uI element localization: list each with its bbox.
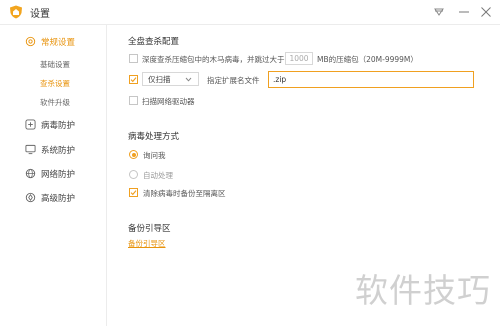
extension-label: 指定扩展名文件 bbox=[207, 76, 260, 85]
archive-size-unit-label: MB的压缩包（20M-9999M） bbox=[317, 55, 418, 64]
minimize-button[interactable] bbox=[456, 4, 472, 20]
ask-me-label: 询问我 bbox=[143, 151, 166, 160]
sidebar-item-label: 网络防护 bbox=[41, 170, 76, 180]
watermark-text: 软件技巧 bbox=[355, 271, 491, 310]
scan-mode-value: 仅扫描 bbox=[148, 75, 171, 84]
advanced-icon bbox=[25, 192, 36, 203]
chevron-down-icon bbox=[185, 77, 192, 82]
title-bar: 设置 bbox=[0, 0, 500, 25]
sidebar-item-label: 系统防护 bbox=[41, 146, 76, 156]
sidebar-subitem-basic[interactable]: 基础设置 bbox=[40, 59, 70, 70]
network-drive-label: 扫描网络驱动器 bbox=[142, 97, 195, 106]
diamond-icon bbox=[434, 8, 444, 16]
sidebar-item-advanced[interactable]: 高级防护 bbox=[0, 191, 105, 207]
deep-scan-checkbox[interactable] bbox=[129, 54, 138, 63]
checkmark-icon bbox=[130, 190, 137, 196]
sidebar-item-general[interactable]: 常规设置 bbox=[0, 35, 105, 51]
backup-quarantine-label: 清除病毒时备份至隔离区 bbox=[143, 189, 226, 198]
sidebar-item-label: 常规设置 bbox=[41, 38, 76, 48]
boot-backup-title: 备份引导区 bbox=[128, 224, 171, 234]
sidebar-item-system[interactable]: 系统防护 bbox=[0, 143, 105, 159]
scan-mode-select[interactable]: 仅扫描 bbox=[142, 72, 199, 86]
close-button[interactable] bbox=[478, 4, 494, 20]
skin-button[interactable] bbox=[431, 4, 447, 20]
plus-square-icon bbox=[25, 119, 36, 130]
checkmark-icon bbox=[130, 77, 137, 83]
shield-logo-icon bbox=[10, 5, 22, 19]
auto-handle-label: 自动处理 bbox=[143, 171, 173, 180]
boot-backup-link[interactable]: 备份引导区 bbox=[128, 238, 166, 249]
backup-quarantine-checkbox[interactable] bbox=[129, 188, 138, 197]
deep-scan-label: 深度查杀压缩包中的木马病毒，并跳过大于 bbox=[142, 55, 285, 64]
scan-only-checkbox[interactable] bbox=[129, 75, 138, 84]
scan-config-title: 全盘查杀配置 bbox=[128, 37, 180, 47]
minimize-icon bbox=[459, 11, 469, 13]
ask-me-radio[interactable] bbox=[129, 150, 138, 159]
sidebar-subitem-upgrade[interactable]: 软件升级 bbox=[40, 97, 70, 108]
sidebar-item-label: 病毒防护 bbox=[41, 121, 76, 131]
sidebar-item-virus[interactable]: 病毒防护 bbox=[0, 118, 105, 134]
archive-size-input[interactable]: 1000 bbox=[285, 52, 313, 65]
extension-input[interactable]: .zip bbox=[268, 71, 474, 88]
network-drive-checkbox[interactable] bbox=[129, 96, 138, 105]
sidebar-subitem-scan[interactable]: 查杀设置 bbox=[40, 78, 70, 89]
window-title: 设置 bbox=[30, 9, 50, 20]
globe-icon bbox=[25, 168, 36, 179]
settings-sidebar: 常规设置 基础设置 查杀设置 软件升级 病毒防护 系统防护 网络防护 高级防护 bbox=[0, 25, 107, 326]
sidebar-item-label: 高级防护 bbox=[41, 194, 76, 204]
virus-handling-title: 病毒处理方式 bbox=[128, 132, 180, 142]
gear-icon bbox=[25, 36, 36, 47]
close-icon bbox=[481, 7, 491, 17]
monitor-icon bbox=[25, 144, 36, 155]
scrollbar[interactable] bbox=[493, 25, 499, 326]
auto-handle-radio[interactable] bbox=[129, 170, 138, 179]
sidebar-item-network[interactable]: 网络防护 bbox=[0, 167, 105, 183]
